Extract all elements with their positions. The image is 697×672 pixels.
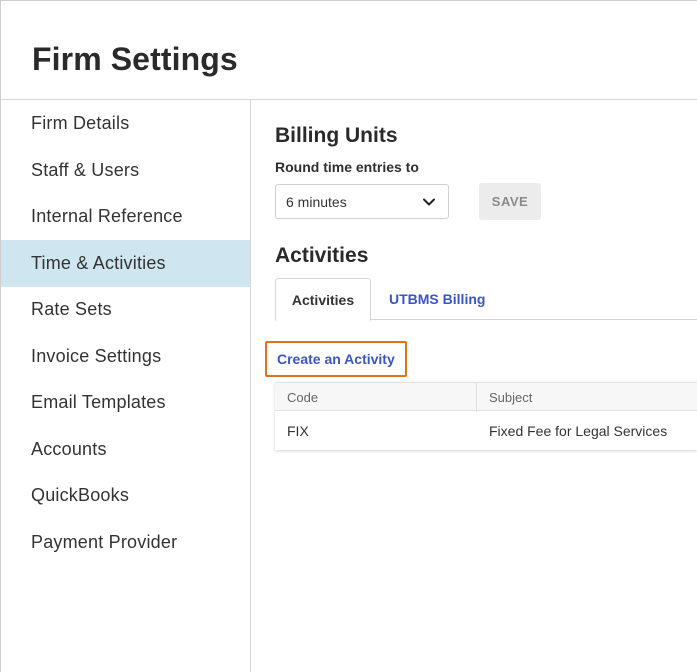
activities-tabs: Activities UTBMS Billing xyxy=(275,278,697,321)
page-header: Firm Settings xyxy=(1,1,697,100)
create-activity-link[interactable]: Create an Activity xyxy=(265,341,407,377)
sidebar-item-invoice-settings[interactable]: Invoice Settings xyxy=(1,333,250,380)
tab-utbms-billing[interactable]: UTBMS Billing xyxy=(389,278,485,320)
activities-title: Activities xyxy=(275,244,369,267)
table-row[interactable]: FIX Fixed Fee for Legal Services xyxy=(275,411,697,450)
sidebar-item-firm-details[interactable]: Firm Details xyxy=(1,100,250,147)
round-time-label: Round time entries to xyxy=(275,159,419,175)
save-button[interactable]: SAVE xyxy=(479,183,541,220)
sidebar-item-accounts[interactable]: Accounts xyxy=(1,426,250,473)
sidebar-item-quickbooks[interactable]: QuickBooks xyxy=(1,472,250,519)
column-header-code[interactable]: Code xyxy=(287,383,318,412)
sidebar-item-rate-sets[interactable]: Rate Sets xyxy=(1,286,250,333)
settings-sidebar: Firm Details Staff & Users Internal Refe… xyxy=(1,100,251,672)
sidebar-item-payment-provider[interactable]: Payment Provider xyxy=(1,519,250,566)
sidebar-item-email-templates[interactable]: Email Templates xyxy=(1,379,250,426)
tab-activities[interactable]: Activities xyxy=(275,278,371,321)
main-content: Billing Units Round time entries to 6 mi… xyxy=(251,100,697,672)
row-code: FIX xyxy=(287,422,309,439)
round-time-select[interactable]: 6 minutes xyxy=(275,184,449,219)
round-time-value: 6 minutes xyxy=(286,193,347,210)
activities-table: Code Subject FIX Fixed Fee for Legal Ser… xyxy=(275,382,697,450)
row-subject: Fixed Fee for Legal Services xyxy=(489,422,668,439)
column-divider xyxy=(476,383,477,412)
chevron-down-icon xyxy=(423,198,435,206)
sidebar-item-staff-users[interactable]: Staff & Users xyxy=(1,147,250,194)
sidebar-item-time-activities[interactable]: Time & Activities xyxy=(1,240,250,287)
sidebar-item-internal-reference[interactable]: Internal Reference xyxy=(1,193,250,240)
table-header: Code Subject xyxy=(275,382,697,412)
page-title: Firm Settings xyxy=(32,41,238,77)
billing-units-title: Billing Units xyxy=(275,124,398,147)
column-header-subject[interactable]: Subject xyxy=(489,383,532,412)
